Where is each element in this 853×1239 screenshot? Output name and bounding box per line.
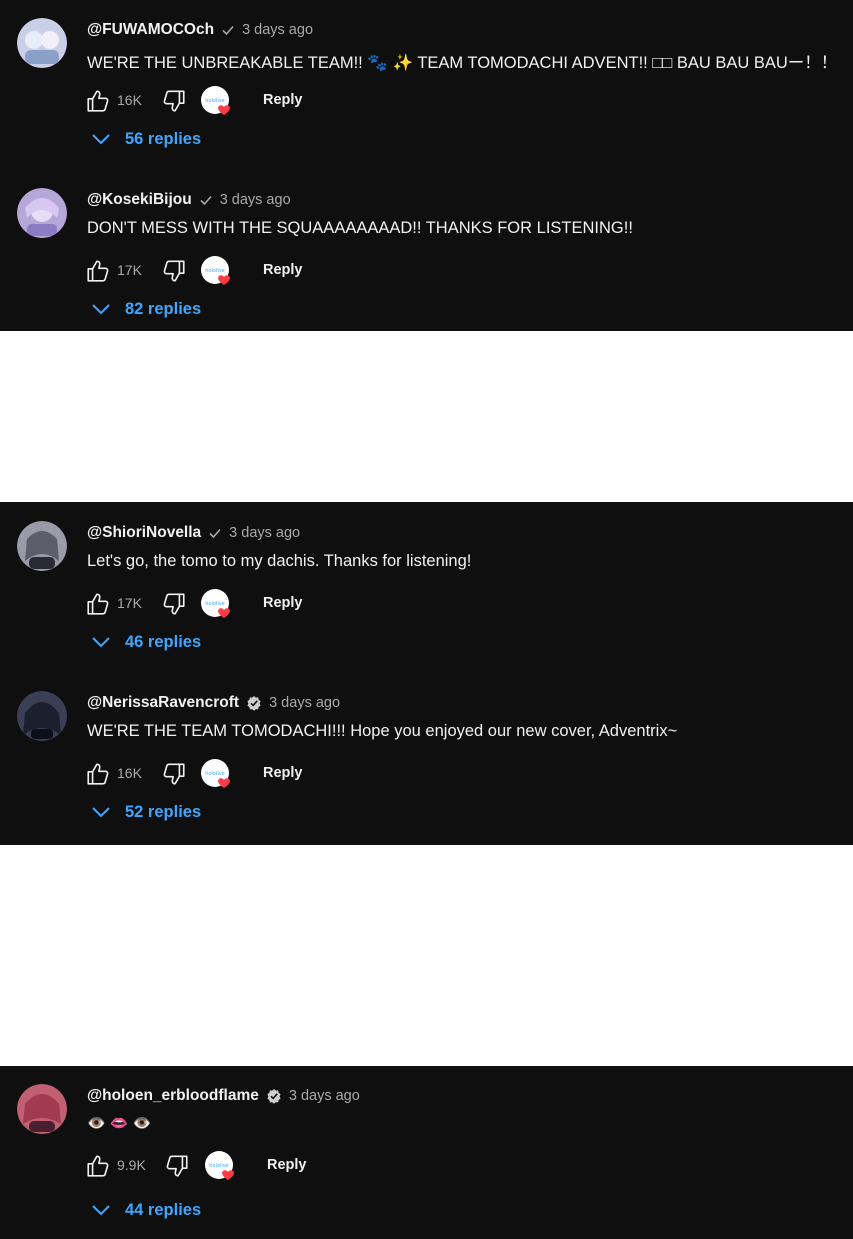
avatar[interactable]	[17, 188, 67, 238]
like-count: 16K	[117, 765, 142, 781]
author-handle[interactable]: @ShioriNovella	[87, 524, 201, 542]
timestamp[interactable]: 3 days ago	[242, 22, 313, 38]
comment-thread: @FUWAMOCOch 3 days ago WE'RE THE UNBREAK…	[0, 0, 853, 170]
comment-header: @KosekiBijou 3 days ago	[87, 189, 291, 211]
timestamp[interactable]: 3 days ago	[220, 192, 291, 208]
dislike-button[interactable]	[160, 257, 188, 285]
svg-text:hololive: hololive	[205, 98, 225, 104]
creator-heart-icon: hololive	[200, 85, 232, 117]
chevron-down-icon	[88, 802, 114, 822]
timestamp[interactable]: 3 days ago	[229, 525, 300, 541]
avatar[interactable]	[17, 18, 67, 68]
thumbs-up-icon	[87, 260, 109, 282]
author-handle[interactable]: @holoen_erbloodflame	[87, 1087, 259, 1105]
timestamp[interactable]: 3 days ago	[269, 695, 340, 711]
reply-button[interactable]: Reply	[263, 595, 303, 611]
comments-panel-3: @holoen_erbloodflame 3 days ago 👁️ 👄 👁️ …	[0, 1066, 853, 1239]
thumbs-down-icon	[163, 260, 185, 282]
comment-thread: @KosekiBijou 3 days ago DON'T MESS WITH …	[0, 170, 853, 340]
dislike-button[interactable]	[163, 1152, 191, 1180]
verified-icon	[246, 695, 262, 711]
like-count: 17K	[117, 262, 142, 278]
like-button[interactable]	[84, 590, 112, 618]
thumbs-down-icon	[163, 90, 185, 112]
chevron-down-icon	[88, 129, 114, 149]
replies-count: 52 replies	[125, 802, 202, 821]
view-replies-button[interactable]: 46 replies	[88, 628, 201, 656]
reply-button[interactable]: Reply	[263, 92, 303, 108]
comment-actions: 17K hololive Reply	[84, 586, 344, 622]
svg-text:hololive: hololive	[209, 1163, 229, 1169]
avatar[interactable]	[17, 1084, 67, 1134]
comment-actions: 17K hololive Reply	[84, 253, 344, 289]
check-icon	[208, 526, 222, 540]
comment-text: WE'RE THE UNBREAKABLE TEAM!! 🐾 ✨ TEAM TO…	[87, 54, 838, 72]
svg-text:hololive: hololive	[205, 771, 225, 777]
reply-button[interactable]: Reply	[263, 765, 303, 781]
like-count: 16K	[117, 92, 142, 108]
comment-header: @FUWAMOCOch 3 days ago	[87, 19, 313, 41]
dislike-button[interactable]	[160, 760, 188, 788]
comment-text: DON'T MESS WITH THE SQUAAAAAAAAD!! THANK…	[87, 219, 633, 237]
author-handle[interactable]: @KosekiBijou	[87, 191, 192, 209]
chevron-down-icon	[88, 632, 114, 652]
comment-thread: @NerissaRavencroft 3 days ago WE'RE THE …	[0, 673, 853, 843]
comments-panel-1: @FUWAMOCOch 3 days ago WE'RE THE UNBREAK…	[0, 0, 853, 331]
reply-button[interactable]: Reply	[267, 1157, 307, 1173]
chevron-down-icon	[88, 299, 114, 319]
avatar[interactable]	[17, 691, 67, 741]
replies-count: 82 replies	[125, 299, 202, 318]
svg-text:hololive: hololive	[205, 268, 225, 274]
comment-actions: 16K hololive Reply	[84, 756, 344, 792]
comment-actions: 9.9K hololive Reply	[84, 1148, 344, 1184]
comment-text: Let's go, the tomo to my dachis. Thanks …	[87, 552, 472, 570]
thumbs-up-icon	[87, 90, 109, 112]
timestamp[interactable]: 3 days ago	[289, 1088, 360, 1104]
comment-text: WE'RE THE TEAM TOMODACHI!!! Hope you enj…	[87, 722, 678, 740]
author-handle[interactable]: @NerissaRavencroft	[87, 694, 239, 712]
like-button[interactable]	[84, 1152, 112, 1180]
comments-panel-2: @ShioriNovella 3 days ago Let's go, the …	[0, 502, 853, 845]
reply-button[interactable]: Reply	[263, 262, 303, 278]
svg-text:hololive: hololive	[205, 601, 225, 607]
like-count: 9.9K	[117, 1157, 146, 1173]
thumbs-up-icon	[87, 593, 109, 615]
verified-icon	[266, 1088, 282, 1104]
check-icon	[221, 23, 235, 37]
author-handle[interactable]: @FUWAMOCOch	[87, 21, 214, 39]
avatar[interactable]	[17, 521, 67, 571]
like-button[interactable]	[84, 87, 112, 115]
dislike-button[interactable]	[160, 87, 188, 115]
like-count: 17K	[117, 595, 142, 611]
like-button[interactable]	[84, 760, 112, 788]
view-replies-button[interactable]: 52 replies	[88, 798, 201, 826]
creator-heart-icon: hololive	[200, 588, 232, 620]
dislike-button[interactable]	[160, 590, 188, 618]
thumbs-down-icon	[163, 763, 185, 785]
comment-thread: @holoen_erbloodflame 3 days ago 👁️ 👄 👁️ …	[0, 1066, 853, 1236]
replies-count: 44 replies	[125, 1200, 202, 1219]
comment-thread: @ShioriNovella 3 days ago Let's go, the …	[0, 503, 853, 673]
view-replies-button[interactable]: 82 replies	[88, 295, 201, 323]
creator-heart-icon: hololive	[200, 255, 232, 287]
check-icon	[199, 193, 213, 207]
view-replies-button[interactable]: 44 replies	[88, 1196, 201, 1224]
comment-header: @ShioriNovella 3 days ago	[87, 522, 300, 544]
comment-header: @NerissaRavencroft 3 days ago	[87, 692, 340, 714]
comment-header: @holoen_erbloodflame 3 days ago	[87, 1085, 360, 1107]
thumbs-up-icon	[87, 1155, 109, 1177]
like-button[interactable]	[84, 257, 112, 285]
creator-heart-icon: hololive	[204, 1150, 236, 1182]
chevron-down-icon	[88, 1200, 114, 1220]
replies-count: 46 replies	[125, 632, 202, 651]
thumbs-down-icon	[166, 1155, 188, 1177]
thumbs-down-icon	[163, 593, 185, 615]
comment-actions: 16K hololive Reply	[84, 83, 344, 119]
view-replies-button[interactable]: 56 replies	[88, 125, 201, 153]
comment-text: 👁️ 👄 👁️	[87, 1115, 152, 1132]
creator-heart-icon: hololive	[200, 758, 232, 790]
replies-count: 56 replies	[125, 129, 202, 148]
thumbs-up-icon	[87, 763, 109, 785]
